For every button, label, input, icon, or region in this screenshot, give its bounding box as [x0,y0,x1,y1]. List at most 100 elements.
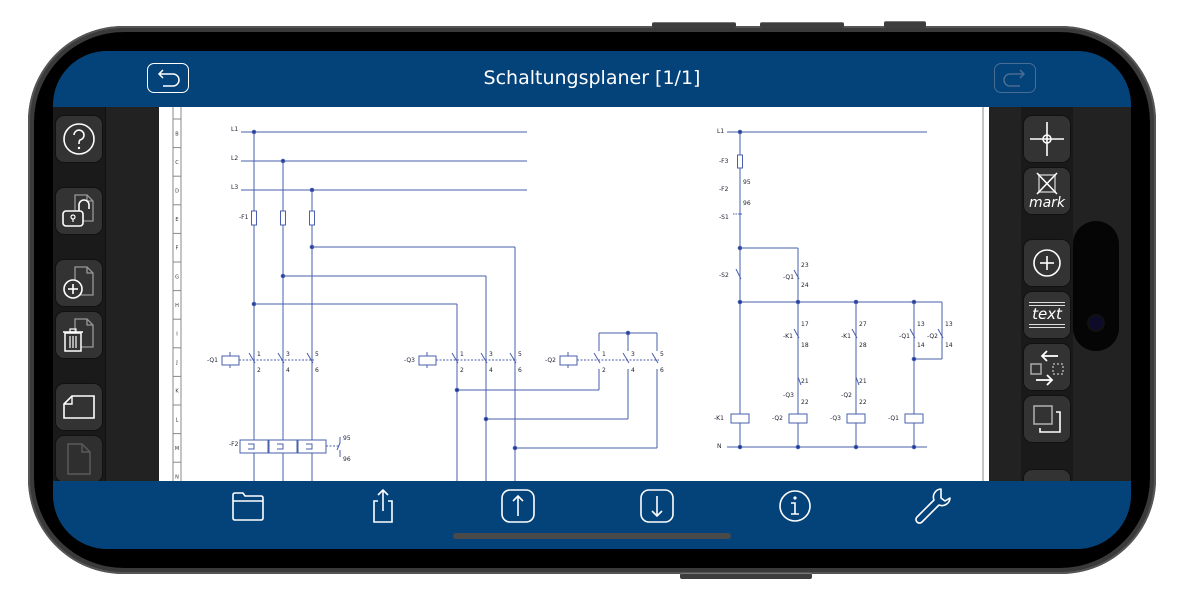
junction-dot [454,387,460,393]
ruler-row-label: C [175,160,179,166]
volume-down-button [760,22,844,28]
info-icon [779,490,811,522]
move-icon [1030,350,1064,386]
page-landscape-icon [63,395,95,419]
interlock-label: -Q3 [783,392,794,399]
contactor-q1-contact-number: 4 [286,367,290,374]
unlock-page-icon [62,194,94,227]
add-element-button[interactable] [1023,239,1071,287]
duplicate-icon [1033,405,1061,433]
junction-dot [853,444,859,450]
share-icon [373,488,393,523]
contactor-q2-contact-number: 3 [631,351,635,358]
contactor-q2-contact-number: 1 [602,351,606,358]
contactor-q2-coil [559,355,578,366]
delete-sheet-button[interactable] [55,311,103,359]
plus-circle-icon [1033,249,1061,277]
overload-label: -F2 [229,441,239,448]
junction-dot [483,416,489,422]
control-overload-label: -F2 [719,186,729,193]
contact-number: 13 [945,321,953,328]
start-button-label: -S2 [719,272,729,279]
page-portrait-button[interactable] [55,435,103,483]
contactor-q3-contact-number: 2 [460,367,464,374]
stop-button-label: -S1 [719,214,729,221]
drawing-canvas[interactable]: BCDEFGHIJKLMN L1 L2 L3 -F1 -Q1 1 2 3 4 5 6 -Q3 1 2 3 4 5… [106,107,1021,481]
move-button[interactable] [1023,343,1071,391]
contactor-q1-contact-number: 5 [315,351,319,358]
help-icon [63,123,95,155]
text-button[interactable]: text [1023,291,1071,339]
left-toolbar [53,107,106,483]
coil-label: -Q1 [888,415,899,422]
ruler-row-label: I [176,332,177,338]
contactor-q2-contact-number: 6 [660,367,664,374]
contactor-q3-contact-number: 6 [518,367,522,374]
contact-number: 95 [743,179,751,186]
move-up-button[interactable] [498,487,538,525]
phase-label: L2 [231,155,238,162]
contact-number: 23 [801,262,809,269]
contact-number: 28 [859,342,867,349]
schematic-sheet[interactable]: BCDEFGHIJKLMN L1 L2 L3 -F1 -Q1 1 2 3 4 5 6 -Q3 1 2 3 4 5… [159,107,989,481]
mark-button[interactable]: mark [1023,167,1071,215]
interlock-label: -Q2 [841,392,852,399]
junction-dot [911,444,917,450]
overload-contact-number: 95 [343,435,351,442]
coil-symbol [730,413,750,424]
contactor-q3-contact-number: 3 [489,351,493,358]
app-screen: Schaltungsplaner [1/1] B C D E F G H I J… [53,51,1131,549]
fuse-symbol [251,210,257,226]
info-button[interactable] [775,487,815,525]
move-down-button[interactable] [637,487,677,525]
phase-label: L1 [231,126,238,133]
circuit-diagram[interactable]: BCDEFGHIJKLMN L1L2L3-F1-Q1123456-Q312345… [159,107,989,481]
contact-number: 14 [945,342,953,349]
help-button[interactable] [55,115,103,163]
overload-contact-number: 96 [343,456,351,463]
redo-icon [1003,69,1026,87]
contactor-q2-contact-blade [651,352,659,364]
share-button[interactable] [363,487,403,525]
folder-icon [232,492,264,521]
unlock-sheet-button[interactable] [55,187,103,235]
contactor-q2-label: -Q2 [545,357,556,364]
contact-number: 17 [801,321,809,328]
bottom-toolbar [53,481,1131,549]
ruler-row-label: G [175,274,179,280]
add-sheet-button[interactable] [55,259,103,307]
ruler-row-label: B [175,131,179,137]
contact-number: 18 [801,342,809,349]
ruler-row-label: D [175,189,179,195]
wrench-icon [915,488,951,524]
duplicate-button[interactable] [1023,395,1071,443]
row-ruler: B C D E F G H I J K L M N [172,107,182,481]
settings-button[interactable] [913,487,953,525]
contactor-q1-contact-number: 6 [315,367,319,374]
arrow-down-icon [640,489,674,523]
redo-button[interactable] [994,63,1036,93]
contact-number: 22 [859,399,867,406]
junction-dot [795,444,801,450]
open-button[interactable] [228,487,268,525]
page-portrait-icon [67,443,91,475]
contactor-q2-contact-number: 2 [602,367,606,374]
ruler-row-label: N [175,475,179,481]
contact-number: 21 [859,378,867,385]
page-format-button[interactable] [55,383,103,431]
contactor-q2-contact-blade [593,352,601,364]
mark-label: mark [1028,195,1066,211]
ruler-row-label: M [175,446,179,452]
crosshair-icon [1030,122,1064,156]
aux-contact-label: -Q1 [899,333,910,340]
contactor-q3-contact-number: 5 [518,351,522,358]
text-rule-bottom [1029,324,1065,325]
text-label: text [1032,305,1062,323]
control-fuse [737,154,743,169]
supply-label: L1 [717,128,724,135]
coil-symbol [846,413,866,424]
home-indicator[interactable] [453,533,731,539]
title-bar: Schaltungsplaner [1/1] [53,51,1131,107]
crosshair-button[interactable] [1023,115,1071,163]
contact-number: 24 [801,282,809,289]
